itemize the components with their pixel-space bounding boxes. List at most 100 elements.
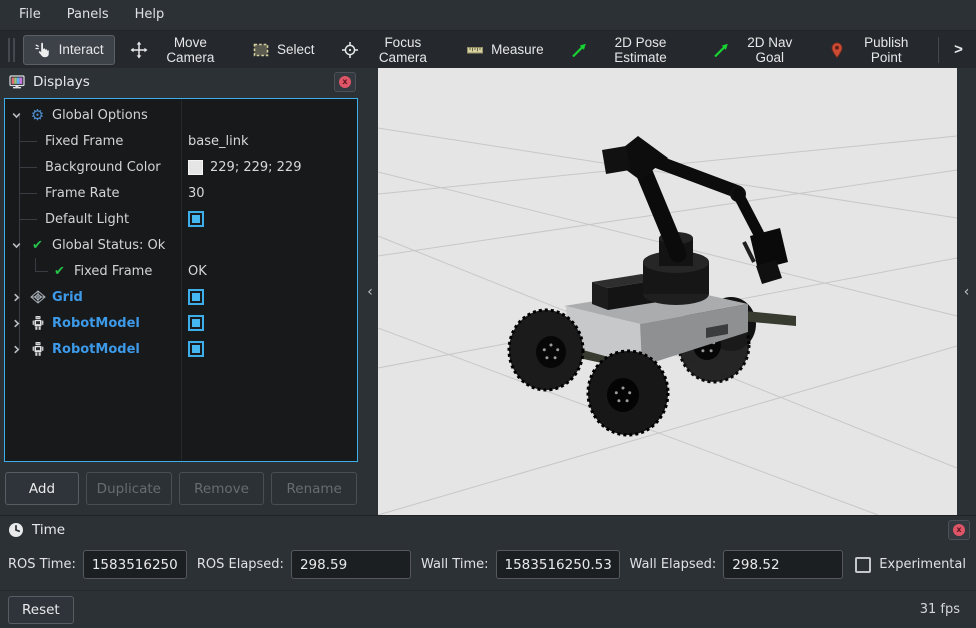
displays-panel-title: Displays	[33, 74, 326, 90]
robot-icon	[29, 341, 46, 358]
tool-2d-pose-estimate[interactable]: 2D Pose Estimate	[559, 35, 698, 65]
tree-row-name: Default Light	[5, 212, 181, 227]
tree-row-label: Global Options	[52, 108, 148, 123]
time-panel: Time x ROS Time: ROS Elapsed: Wall Time: Wa…	[0, 515, 976, 590]
tool-select[interactable]: Select	[241, 35, 326, 65]
wall-time-input[interactable]	[496, 550, 620, 579]
tree-row-default-light[interactable]: Default Light	[5, 206, 357, 232]
tree-row-label: RobotModel	[52, 316, 140, 331]
close-icon: x	[953, 524, 965, 536]
tree-row-name: Grid	[5, 289, 181, 306]
3d-viewport[interactable]	[378, 68, 957, 515]
time-field-wall-time: Wall Time:	[421, 550, 620, 579]
tool-label: Publish Point	[853, 35, 919, 65]
displays-panel-header: Displays x	[0, 68, 362, 96]
tree-row-grid[interactable]: Grid	[5, 284, 357, 310]
wall-elapsed-input[interactable]	[723, 550, 843, 579]
tool-measure[interactable]: Measure	[455, 35, 555, 65]
time-field-wall-elapsed: Wall Elapsed:	[630, 550, 844, 579]
tree-row-value	[181, 341, 357, 357]
time-field-label: Wall Elapsed:	[630, 557, 717, 572]
tree-row-name: Fixed Frame	[5, 134, 181, 149]
expander-down-icon[interactable]	[9, 240, 23, 251]
property-value[interactable]: 229; 229; 229	[210, 160, 301, 175]
menu-help[interactable]: Help	[122, 0, 178, 30]
tree-row-global-options[interactable]: ⚙Global Options	[5, 102, 357, 128]
enabled-checkbox[interactable]	[188, 289, 204, 305]
3d-scene	[378, 68, 957, 515]
enabled-checkbox[interactable]	[188, 211, 204, 227]
expander-right-icon[interactable]	[9, 318, 23, 329]
tree-row-background-color[interactable]: Background Color 229; 229; 229	[5, 154, 357, 180]
tree-row-frame-rate[interactable]: Frame Rate 30	[5, 180, 357, 206]
expander-right-icon[interactable]	[9, 292, 23, 303]
tree-row-value	[181, 289, 357, 305]
tree-row-robot-model-1[interactable]: RobotModel	[5, 310, 357, 336]
time-field-label: Wall Time:	[421, 557, 489, 572]
tree-row-label: Background Color	[45, 160, 161, 175]
fps-counter: 31 fps	[920, 602, 960, 617]
menu-panels[interactable]: Panels	[54, 0, 122, 30]
tree-row-robot-model-2[interactable]: RobotModel	[5, 336, 357, 362]
time-field-ros-elapsed: ROS Elapsed:	[197, 550, 411, 579]
expander-down-icon[interactable]	[9, 110, 23, 121]
left-panel-gutter: ‹	[362, 68, 378, 515]
tool-move-camera[interactable]: Move Camera	[119, 35, 237, 65]
ros-elapsed-input[interactable]	[291, 550, 411, 579]
time-field-ros-time: ROS Time:	[8, 550, 187, 579]
tree-row-global-status[interactable]: ✔Global Status: Ok	[5, 232, 357, 258]
menu-bar: FilePanelsHelp	[0, 0, 976, 30]
property-value[interactable]: base_link	[188, 134, 248, 149]
add-button[interactable]: Add	[5, 472, 79, 505]
close-time-panel-button[interactable]: x	[948, 520, 970, 540]
color-swatch[interactable]	[188, 160, 203, 175]
displays-monitor-icon	[8, 74, 25, 91]
toolbar-grip-handle[interactable]	[8, 38, 15, 62]
rviz-window: FilePanelsHelp Interact Move CameraSelect…	[0, 0, 976, 628]
main-area: Displays x ⚙Global Options Fixed Frame bas…	[0, 68, 976, 515]
tree-row-label: Default Light	[45, 212, 129, 227]
displays-tree: ⚙Global Options Fixed Frame base_link Backg…	[4, 98, 358, 462]
expander-right-icon[interactable]	[9, 344, 23, 355]
tree-row-name: ⚙Global Options	[5, 107, 181, 124]
tool-label: 2D Nav Goal	[737, 35, 802, 65]
toolbar-overflow-button[interactable]: >	[947, 35, 970, 65]
clock-icon	[8, 522, 24, 538]
remove-button: Remove	[179, 472, 265, 505]
tree-row-fixed-frame[interactable]: Fixed Frame base_link	[5, 128, 357, 154]
tool-interact[interactable]: Interact	[23, 35, 115, 65]
time-panel-header: Time x	[0, 516, 976, 543]
robot-model	[509, 136, 796, 435]
property-value[interactable]: OK	[188, 264, 207, 279]
tree-row-label: Frame Rate	[45, 186, 119, 201]
tree-row-name: ✔Fixed Frame	[5, 263, 181, 280]
tree-row-label: Global Status: Ok	[52, 238, 165, 253]
enabled-checkbox[interactable]	[188, 315, 204, 331]
time-field-label: ROS Elapsed:	[197, 557, 284, 572]
property-value[interactable]: 30	[188, 186, 205, 201]
reset-button[interactable]: Reset	[8, 596, 74, 624]
expand-right-panel-handle[interactable]: ‹	[964, 284, 970, 300]
close-displays-panel-button[interactable]: x	[334, 72, 356, 92]
close-icon: x	[339, 76, 351, 88]
focus-crosshair-icon	[341, 41, 359, 59]
tool-label: Interact	[59, 42, 104, 57]
ros-time-input[interactable]	[83, 550, 187, 579]
menu-file[interactable]: File	[6, 0, 54, 30]
check-icon: ✔	[51, 263, 68, 280]
experimental-option: Experimental	[855, 557, 966, 573]
status-bar: Reset 31 fps	[0, 590, 976, 628]
toolbar-separator	[938, 37, 939, 63]
tool-publish-point[interactable]: Publish Point	[817, 35, 930, 65]
collapse-left-panel-handle[interactable]: ‹	[367, 284, 373, 300]
select-box-icon	[252, 41, 270, 59]
experimental-checkbox[interactable]	[855, 557, 871, 573]
right-panel-gutter: ‹	[957, 68, 976, 515]
enabled-checkbox[interactable]	[188, 341, 204, 357]
tool-2d-nav-goal[interactable]: 2D Nav Goal	[701, 35, 813, 65]
interact-hand-icon	[34, 41, 52, 59]
tree-row-fixed-frame-status[interactable]: ✔Fixed Frame OK	[5, 258, 357, 284]
tool-focus-camera[interactable]: Focus Camera	[330, 35, 452, 65]
time-field-label: ROS Time:	[8, 557, 76, 572]
nav-arrow-icon	[712, 41, 730, 59]
